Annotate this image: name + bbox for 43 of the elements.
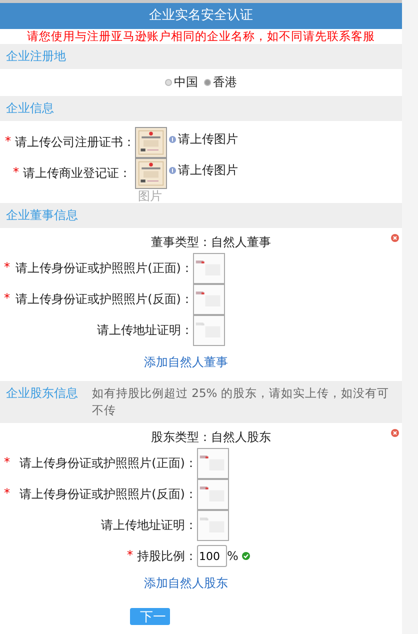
field-label: 请上传身份证或护照照片(反面)： [20, 486, 197, 503]
required-mark: * [13, 165, 19, 181]
field-label: 请上传地址证明： [97, 322, 193, 339]
required-mark: * [4, 455, 10, 471]
unit-label: % [227, 549, 238, 563]
section-note: 如有持股比例超过 25% 的股东，请如实上传，如没有可不传 [92, 385, 390, 419]
info-icon [169, 167, 176, 174]
section-title: 企业董事信息 [6, 207, 78, 224]
field-label: 请上传身份证或护照照片(正面)： [20, 455, 197, 472]
required-mark: * [127, 548, 133, 564]
notice-text: 请您使用与注册亚马逊账户相同的企业名称，如不同请先联系客服 [26, 29, 376, 44]
add-director-link[interactable]: 添加自然人董事 [0, 354, 402, 371]
field-label: 请上传身份证或护照照片(正面)： [16, 260, 193, 277]
radio-option[interactable]: 香港 [204, 74, 237, 91]
field-label: 股东类型： [151, 429, 211, 446]
field-label: 持股比例： [137, 548, 197, 564]
field-value: 自然人董事 [211, 234, 271, 251]
field-label: 请上传地址证明： [101, 517, 197, 534]
delete-icon[interactable] [391, 429, 399, 437]
field-label: 请上传公司注册证书： [15, 134, 135, 151]
image-caption: 图片 [138, 189, 162, 203]
section-title: 企业信息 [6, 100, 54, 117]
section-title: 企业股东信息 [6, 385, 78, 402]
field-label: 请上传身份证或护照照片(反面)： [16, 291, 193, 308]
radio-dot[interactable] [165, 79, 172, 86]
check-icon [242, 552, 250, 560]
field-value: 自然人股东 [211, 429, 271, 446]
required-mark: * [4, 260, 10, 276]
radio-option[interactable]: 中国 [165, 74, 198, 91]
info-icon [169, 136, 176, 143]
page-title: 企业实名安全认证 [0, 3, 402, 29]
share-input[interactable]: 100 [197, 545, 227, 567]
radio-dot[interactable] [204, 79, 211, 86]
required-mark: * [4, 291, 10, 307]
upload-hint: 请上传图片 [178, 162, 238, 179]
required-mark: * [5, 134, 11, 150]
field-label: 董事类型： [151, 234, 211, 251]
field-label: 请上传商业登记证： [23, 165, 131, 182]
required-mark: * [4, 486, 10, 502]
section-title: 企业注册地 [6, 48, 66, 65]
upload-hint: 请上传图片 [178, 131, 238, 148]
delete-icon[interactable] [391, 234, 399, 242]
add-shareholder-link[interactable]: 添加自然人股东 [0, 575, 402, 592]
